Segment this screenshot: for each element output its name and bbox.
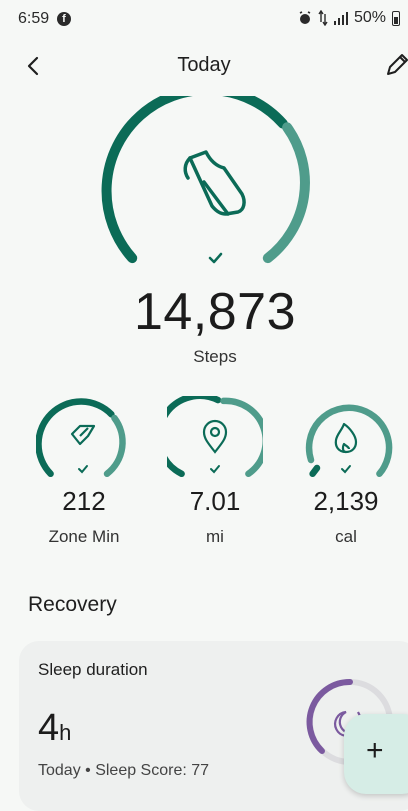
battery-percent: 50% [353, 9, 386, 26]
battery-icon [392, 10, 400, 26]
sleep-unit: h [59, 720, 72, 745]
goal-check-icon [78, 465, 88, 474]
goal-check-icon [208, 252, 223, 264]
calories-label: cal [335, 527, 357, 546]
calories-ring [305, 404, 393, 478]
plus-icon: + [366, 734, 384, 767]
shoe-icon [183, 150, 246, 216]
sleep-card-title: Sleep duration [38, 660, 148, 679]
sleep-score-subtitle: Today • Sleep Score: 77 [38, 762, 210, 779]
flame-icon [334, 422, 358, 454]
zone-minutes-icon [70, 424, 96, 446]
distance-metric[interactable]: 7.01 mi [150, 396, 280, 547]
signal-icon [333, 12, 348, 25]
sleep-duration-value: 4h [38, 707, 71, 750]
goal-check-icon [210, 465, 220, 474]
zone-minutes-value: 212 [62, 486, 106, 516]
steps-label: Steps [193, 347, 237, 366]
distance-label: mi [206, 527, 224, 546]
calories-metric[interactable]: 2,139 cal [281, 396, 408, 547]
distance-value: 7.01 [189, 486, 241, 516]
zone-minutes-label: Zone Min [48, 527, 120, 546]
sleep-hours: 4 [38, 707, 60, 749]
location-pin-icon [202, 419, 228, 454]
status-time: 6:59 [18, 10, 50, 27]
pencil-icon [387, 54, 408, 75]
goal-check-icon [341, 465, 351, 474]
alarm-icon [299, 11, 311, 24]
edit-button[interactable] [382, 50, 408, 80]
steps-ring[interactable] [100, 84, 330, 286]
status-icons: 50% [298, 9, 400, 27]
steps-value: 14,873 [133, 283, 297, 341]
data-arrows-icon [318, 10, 328, 26]
distance-ring [167, 396, 263, 478]
calories-value: 2,139 [313, 486, 379, 516]
zone-minutes-ring [36, 398, 126, 478]
facebook-icon: f [57, 12, 71, 26]
recovery-section-title: Recovery [28, 593, 117, 616]
zone-minutes-metric[interactable]: 212 Zone Min [19, 396, 149, 547]
add-entry-button[interactable]: + [344, 714, 408, 794]
page-title: Today [177, 54, 231, 76]
